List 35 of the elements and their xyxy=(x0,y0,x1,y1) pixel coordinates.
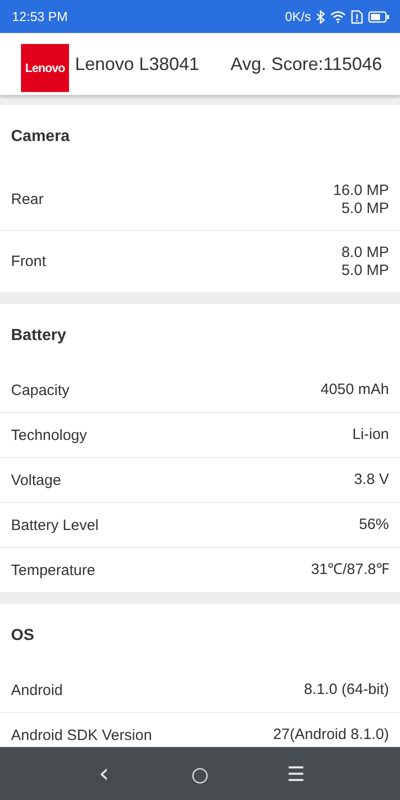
spec-value: 8.1.0 (64-bit) xyxy=(304,681,389,699)
average-score: Avg. Score:115046 xyxy=(230,54,382,74)
bluetooth-icon xyxy=(316,10,325,24)
spec-label: Battery Level xyxy=(11,516,99,534)
battery-icon xyxy=(368,10,390,22)
spec-label: Capacity xyxy=(11,382,70,398)
device-name: Lenovo L38041 xyxy=(75,54,200,74)
recents-button[interactable]: ☰ xyxy=(278,762,314,786)
wifi-icon xyxy=(330,10,346,22)
status-time: 12:53 PM xyxy=(12,9,68,24)
spec-label: Rear xyxy=(11,191,44,208)
spec-label: Voltage xyxy=(11,472,62,488)
spec-value: 27(Android 8.1.0) xyxy=(273,726,389,744)
spec-value: 4050 mAh xyxy=(320,381,389,399)
section-title: Camera xyxy=(10,127,71,147)
spec-label: Android xyxy=(11,682,63,698)
spec-label: Front xyxy=(11,253,46,270)
spec-value: 5.0 MP xyxy=(341,200,389,218)
brand-logo: Lenovo xyxy=(21,44,69,92)
spec-value: Li-ion xyxy=(352,426,389,444)
alert-sim-icon xyxy=(351,10,363,24)
home-button[interactable]: ○ xyxy=(182,762,218,786)
spec-value: 31℃/87.8℉ xyxy=(310,561,389,579)
spec-value: 56% xyxy=(358,516,389,534)
spec-value: 16.0 MP xyxy=(333,182,389,200)
spec-label: Temperature xyxy=(11,562,96,578)
spec-label: Android SDK Version xyxy=(11,726,152,744)
section-title: OS xyxy=(10,626,36,646)
section-title: Battery xyxy=(10,326,68,346)
spec-value: 3.8 V xyxy=(354,471,389,489)
spec-value: 8.0 MP xyxy=(341,244,389,262)
spec-label: Technology xyxy=(11,426,87,444)
network-speed: 0K/s xyxy=(284,9,311,24)
back-button[interactable]: ‹ xyxy=(86,758,122,788)
spec-value: 5.0 MP xyxy=(341,262,389,280)
